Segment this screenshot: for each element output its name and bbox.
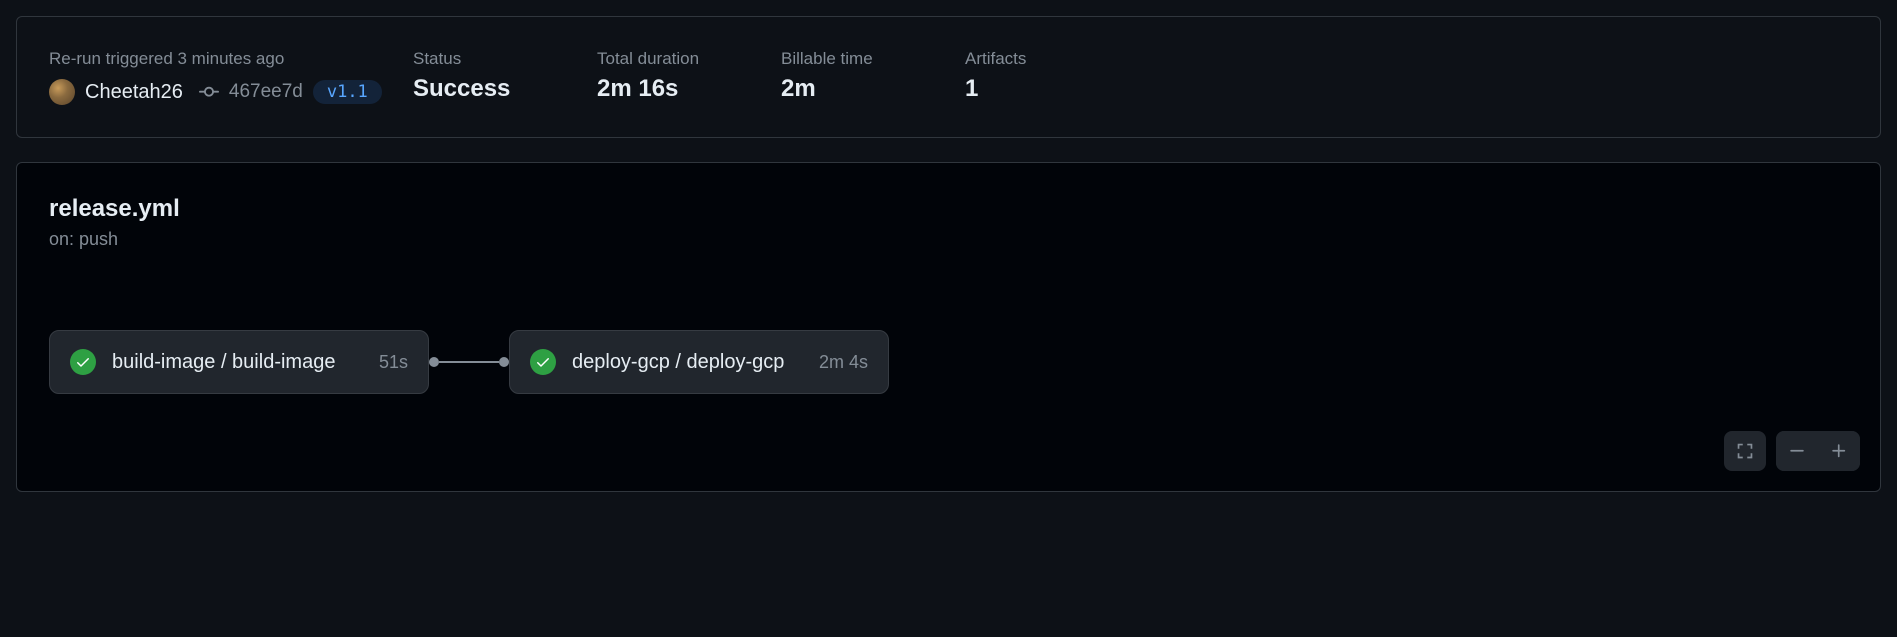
fullscreen-icon (1736, 442, 1754, 460)
workflow-graph-panel: release.yml on: push build-image / build… (16, 162, 1881, 492)
run-summary-card: Re-run triggered 3 minutes ago Cheetah26… (16, 16, 1881, 138)
success-check-icon (530, 349, 556, 375)
fullscreen-button[interactable] (1724, 431, 1766, 471)
billable-label: Billable time (781, 49, 941, 69)
trigger-column: Re-run triggered 3 minutes ago Cheetah26… (49, 49, 389, 105)
zoom-in-button[interactable] (1818, 431, 1860, 471)
success-check-icon (70, 349, 96, 375)
status-label: Status (413, 49, 573, 69)
job-name: deploy-gcp / deploy-gcp (572, 351, 784, 374)
workflow-trigger: on: push (49, 229, 1848, 250)
job-name: build-image / build-image (112, 351, 335, 374)
tag-badge[interactable]: v1.1 (313, 80, 382, 104)
duration-label: Total duration (597, 49, 757, 69)
job-card-build-image[interactable]: build-image / build-image 51s (49, 330, 429, 394)
job-duration: 2m 4s (819, 352, 868, 373)
artifacts-value[interactable]: 1 (965, 75, 1026, 103)
artifacts-label: Artifacts (965, 49, 1026, 69)
minus-icon (1788, 442, 1806, 460)
commit-icon (199, 82, 219, 102)
commit-sha[interactable]: 467ee7d (229, 81, 303, 103)
job-left: build-image / build-image (70, 349, 335, 375)
connector-dot-icon (499, 357, 509, 367)
billable-column: Billable time 2m (781, 49, 941, 105)
duration-column: Total duration 2m 16s (597, 49, 757, 105)
job-card-deploy-gcp[interactable]: deploy-gcp / deploy-gcp 2m 4s (509, 330, 889, 394)
job-connector (429, 357, 509, 367)
artifacts-column: Artifacts 1 (965, 49, 1026, 105)
actor-name[interactable]: Cheetah26 (85, 81, 183, 104)
connector-line (439, 361, 499, 363)
zoom-out-button[interactable] (1776, 431, 1818, 471)
trigger-row: Cheetah26 467ee7d v1.1 (49, 79, 389, 105)
job-left: deploy-gcp / deploy-gcp (530, 349, 784, 375)
status-value: Success (413, 75, 573, 103)
workflow-file-name[interactable]: release.yml (49, 195, 1848, 223)
connector-dot-icon (429, 357, 439, 367)
actor-avatar[interactable] (49, 79, 75, 105)
trigger-label: Re-run triggered 3 minutes ago (49, 49, 389, 69)
jobs-row: build-image / build-image 51s deploy-gcp… (49, 330, 1848, 394)
billable-value[interactable]: 2m (781, 75, 941, 103)
status-column: Status Success (413, 49, 573, 105)
zoom-controls (1724, 431, 1860, 471)
plus-icon (1830, 442, 1848, 460)
job-duration: 51s (379, 352, 408, 373)
zoom-pair (1776, 431, 1860, 471)
duration-value[interactable]: 2m 16s (597, 75, 757, 103)
